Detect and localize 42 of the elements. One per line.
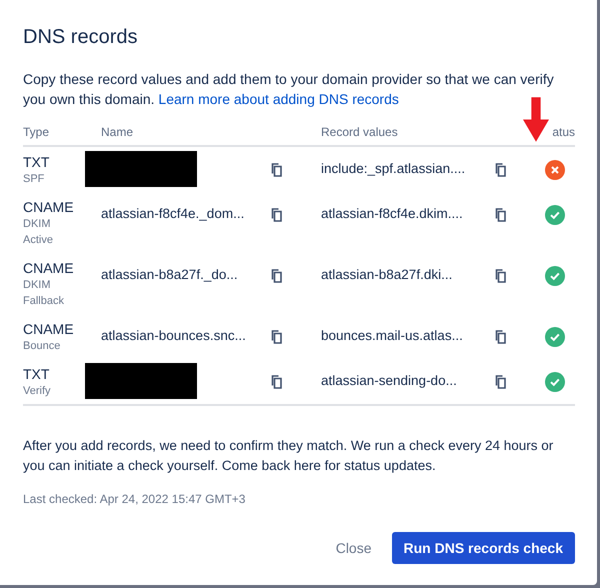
record-type: TXT: [23, 365, 50, 383]
run-check-button[interactable]: Run DNS records check: [392, 532, 575, 564]
copy-icon[interactable]: [495, 269, 507, 283]
copy-icon[interactable]: [271, 269, 283, 283]
copy-icon[interactable]: [495, 163, 507, 177]
copy-icon[interactable]: [495, 375, 507, 389]
record-value: atlassian-b8a27f.dki...: [321, 267, 454, 282]
arrow-icon: [523, 97, 549, 142]
column-header: Record values: [321, 125, 399, 139]
record-type: CNAME: [23, 198, 75, 216]
learn-more-link[interactable]: Learn more about adding DNS records: [158, 91, 399, 107]
copy-icon[interactable]: [495, 208, 507, 222]
copy-icon[interactable]: [495, 330, 507, 344]
footer-text: After you add records, we need to confirm they match. We run a check every 24 hours or you can initiate a check yourself. Come back here for status updates.: [23, 437, 554, 475]
record-purpose: Verify: [23, 384, 52, 399]
copy-icon[interactable]: [271, 163, 283, 177]
record-purpose: SPF: [23, 172, 46, 187]
record-type: CNAME: [23, 259, 75, 277]
record-value: atlassian-f8cf4e.dkim....: [321, 206, 464, 221]
column-header: Type: [23, 125, 50, 139]
copy-icon[interactable]: [271, 375, 283, 389]
column-header: atus: [551, 125, 575, 139]
record-type: CNAME: [23, 320, 75, 338]
record-purpose: Bounce: [23, 339, 62, 354]
record-type: TXT: [23, 153, 50, 171]
record-purpose: DKIM: [23, 278, 52, 293]
last-checked-text: Last checked: Apr 24, 2022 15:47 GMT+3: [23, 492, 246, 506]
dialog-title: DNS records: [23, 25, 138, 49]
record-purpose: Fallback: [23, 294, 65, 309]
record-name: atlassian-f8cf4e._dom...: [101, 206, 246, 221]
copy-icon[interactable]: [271, 208, 283, 222]
record-value: bounces.mail-us.atlas...: [321, 328, 464, 343]
copy-icon[interactable]: [271, 330, 283, 344]
record-name: atlassian-b8a27f._do...: [101, 267, 239, 282]
record-value: include:_spf.atlassian....: [321, 161, 466, 176]
record-value: atlassian-sending-do...: [321, 373, 458, 388]
description-text: Copy these record values and add them to your domain provider so that we can verify you own this domain. Learn more about adding DNS records: [23, 70, 555, 109]
close-button[interactable]: Close: [324, 532, 384, 564]
record-purpose: Active: [23, 233, 54, 248]
record-purpose: DKIM: [23, 217, 52, 232]
record-name: atlassian-bounces.snc...: [101, 328, 247, 343]
column-header: Name: [101, 125, 134, 139]
